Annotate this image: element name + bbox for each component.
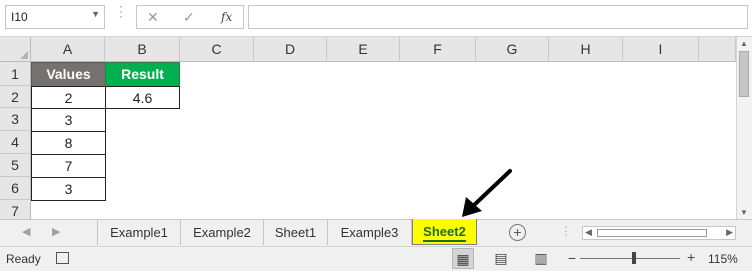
scroll-right-icon[interactable]: ▶ (726, 227, 733, 238)
row-header-7[interactable]: 7 (0, 200, 31, 219)
row-header-3[interactable]: 3 (0, 108, 31, 131)
row-header-1[interactable]: 1 (0, 62, 31, 86)
column-header-b[interactable]: B (105, 37, 180, 62)
name-box[interactable]: I10 ▼ (5, 5, 105, 29)
sheet-tab-label: Example3 (340, 225, 399, 240)
sheet-tab-label: Example2 (193, 225, 251, 240)
cell-a6[interactable]: 3 (31, 177, 106, 201)
scroll-left-icon[interactable]: ◀ (585, 227, 592, 238)
sheet-tab-label: Sheet1 (274, 225, 317, 240)
worksheet-grid: A B C D E F G H I 1 2 3 4 5 6 7 Values R… (0, 37, 736, 219)
cell-b1[interactable]: Result (105, 62, 180, 87)
sheet-tab-label: Example1 (110, 225, 168, 240)
zoom-out-icon[interactable]: − (568, 250, 576, 266)
zoom-slider[interactable] (580, 258, 680, 259)
column-header-partial[interactable] (699, 37, 736, 62)
column-header-c[interactable]: C (180, 37, 254, 62)
status-bar: Ready ▦ ▤ ▥ − + 115% (0, 246, 752, 271)
column-header-e[interactable]: E (327, 37, 400, 62)
normal-view-icon[interactable]: ▦ (452, 248, 474, 269)
tab-splitter-handle[interactable]: ⋮ (560, 224, 572, 238)
cell-a2[interactable]: 2 (31, 86, 106, 109)
column-header-d[interactable]: D (254, 37, 327, 62)
cell-a1[interactable]: Values (31, 62, 106, 87)
name-box-value[interactable]: I10 (11, 10, 28, 24)
row-header-4[interactable]: 4 (0, 131, 31, 154)
status-text: Ready (6, 252, 41, 266)
formula-buttons: ✕ ✓ fx (136, 5, 244, 29)
annotation-arrow-icon (462, 169, 512, 217)
formula-bar: I10 ▼ ⋮ ✕ ✓ fx (0, 0, 752, 37)
zoom-level[interactable]: 115% (708, 252, 738, 266)
horizontal-scrollbar[interactable]: ◀ ▶ (582, 226, 736, 240)
vertical-scroll-thumb[interactable] (739, 51, 749, 97)
insert-function-icon[interactable]: fx (221, 10, 232, 24)
chevron-down-icon[interactable]: ▼ (91, 9, 100, 19)
zoom-slider-thumb[interactable] (632, 252, 636, 264)
macro-record-icon[interactable] (56, 252, 69, 264)
page-break-view-icon[interactable]: ▥ (530, 248, 552, 269)
page-layout-view-icon[interactable]: ▤ (490, 248, 512, 269)
cell-a3[interactable]: 3 (31, 108, 106, 132)
prev-sheet-icon[interactable]: ◀ (22, 225, 30, 238)
row-header-6[interactable]: 6 (0, 177, 31, 200)
column-header-f[interactable]: F (400, 37, 476, 62)
scroll-down-icon[interactable]: ▼ (740, 208, 748, 217)
next-sheet-icon[interactable]: ▶ (52, 225, 60, 238)
column-header-g[interactable]: G (476, 37, 549, 62)
sheet-tab-label: Sheet2 (423, 224, 466, 242)
sheet-tab-sheet1[interactable]: Sheet1 (264, 220, 328, 245)
vertical-scrollbar[interactable]: ▲ ▼ (736, 37, 752, 219)
add-sheet-icon[interactable]: + (509, 224, 526, 241)
formula-input[interactable] (248, 5, 748, 29)
select-all-button[interactable] (0, 37, 31, 62)
sheet-tab-example2[interactable]: Example2 (181, 220, 264, 245)
enter-icon[interactable]: ✓ (183, 9, 195, 26)
zoom-in-icon[interactable]: + (687, 249, 695, 265)
horizontal-scroll-thumb[interactable] (597, 229, 707, 237)
row-header-5[interactable]: 5 (0, 154, 31, 177)
sheet-tab-sheet2[interactable]: Sheet2 (412, 219, 477, 245)
sheet-tab-example3[interactable]: Example3 (328, 220, 412, 245)
cell-b2[interactable]: 4.6 (105, 86, 180, 109)
cell-a5[interactable]: 7 (31, 154, 106, 178)
column-header-a[interactable]: A (31, 37, 105, 62)
splitter-handle[interactable]: ⋮ (114, 4, 128, 18)
column-header-i[interactable]: I (623, 37, 699, 62)
sheet-tab-bar: ◀ ▶ Example1 Example2 Sheet1 Example3 Sh… (0, 219, 752, 246)
cell-a4[interactable]: 8 (31, 131, 106, 155)
cancel-icon[interactable]: ✕ (147, 9, 159, 26)
sheet-tab-example1[interactable]: Example1 (97, 220, 181, 245)
row-header-2[interactable]: 2 (0, 86, 31, 108)
scroll-up-icon[interactable]: ▲ (740, 39, 748, 48)
column-header-h[interactable]: H (549, 37, 623, 62)
